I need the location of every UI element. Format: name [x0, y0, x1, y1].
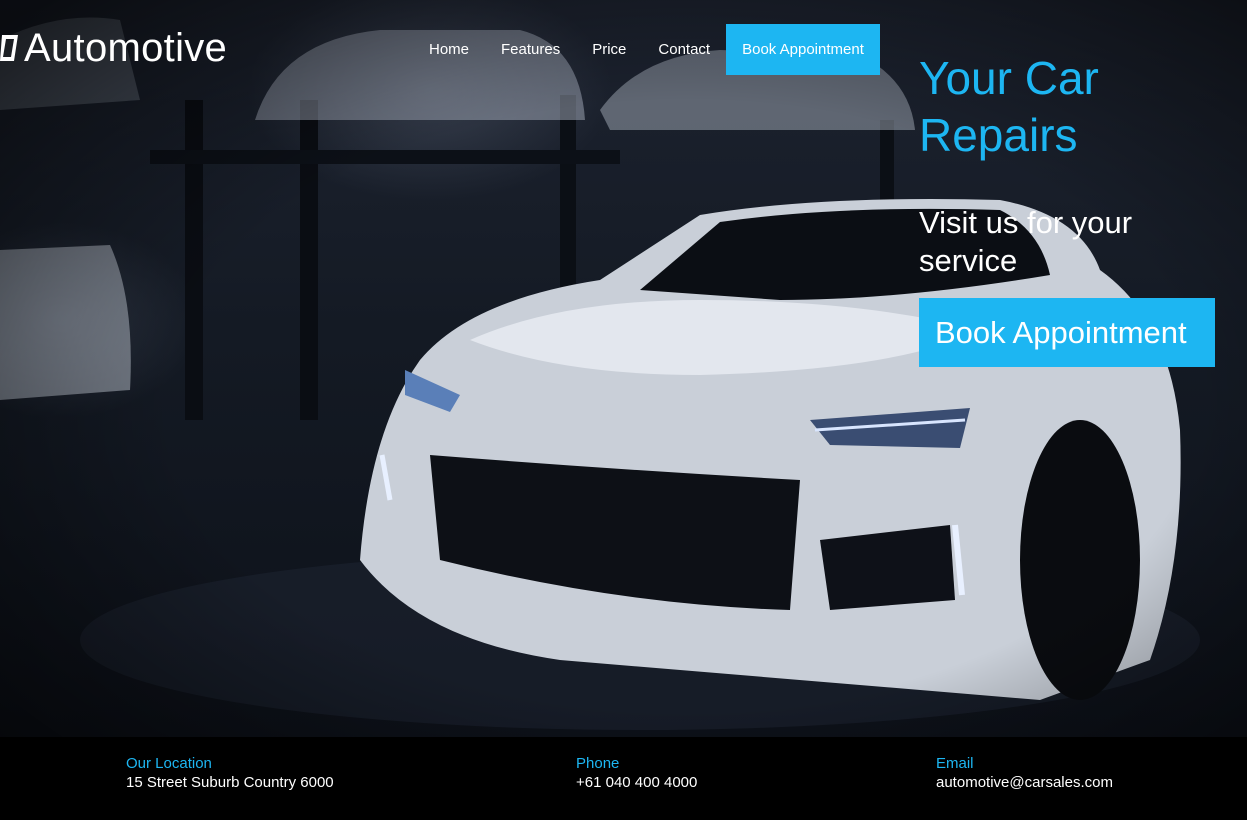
nav-book-appointment-button[interactable]: Book Appointment: [726, 24, 880, 75]
nav-item-features[interactable]: Features: [485, 24, 576, 75]
footer: Our Location 15 Street Suburb Country 60…: [0, 737, 1247, 820]
footer-email: Email automotive@carsales.com: [936, 754, 1113, 792]
footer-email-label: Email: [936, 755, 974, 772]
hero-section: Automotive Home Features Price Contact B…: [0, 0, 1247, 737]
hero-title: Your Car Repairs: [919, 52, 1099, 161]
footer-location-label: Our Location: [126, 755, 212, 772]
main-nav: Home Features Price Contact Book Appoint…: [413, 24, 880, 75]
nav-item-price[interactable]: Price: [576, 24, 642, 75]
hero-copy: Your Car Repairs Visit us for your servi…: [919, 50, 1229, 367]
hero-book-appointment-button[interactable]: Book Appointment: [919, 298, 1215, 367]
nav-item-contact[interactable]: Contact: [642, 24, 726, 75]
brand-logo[interactable]: Automotive: [0, 24, 227, 72]
footer-email-value[interactable]: automotive@carsales.com: [936, 773, 1113, 792]
logo-mark-icon: [0, 35, 18, 61]
hero-subtitle: Visit us for your service: [919, 205, 1133, 278]
footer-phone: Phone +61 040 400 4000: [576, 754, 697, 792]
footer-phone-label: Phone: [576, 755, 620, 772]
footer-location-value: 15 Street Suburb Country 6000: [126, 774, 334, 791]
nav-item-home[interactable]: Home: [413, 24, 485, 75]
footer-location: Our Location 15 Street Suburb Country 60…: [126, 754, 334, 792]
logo-text: Automotive: [24, 26, 228, 70]
footer-phone-value[interactable]: +61 040 400 4000: [576, 773, 697, 792]
